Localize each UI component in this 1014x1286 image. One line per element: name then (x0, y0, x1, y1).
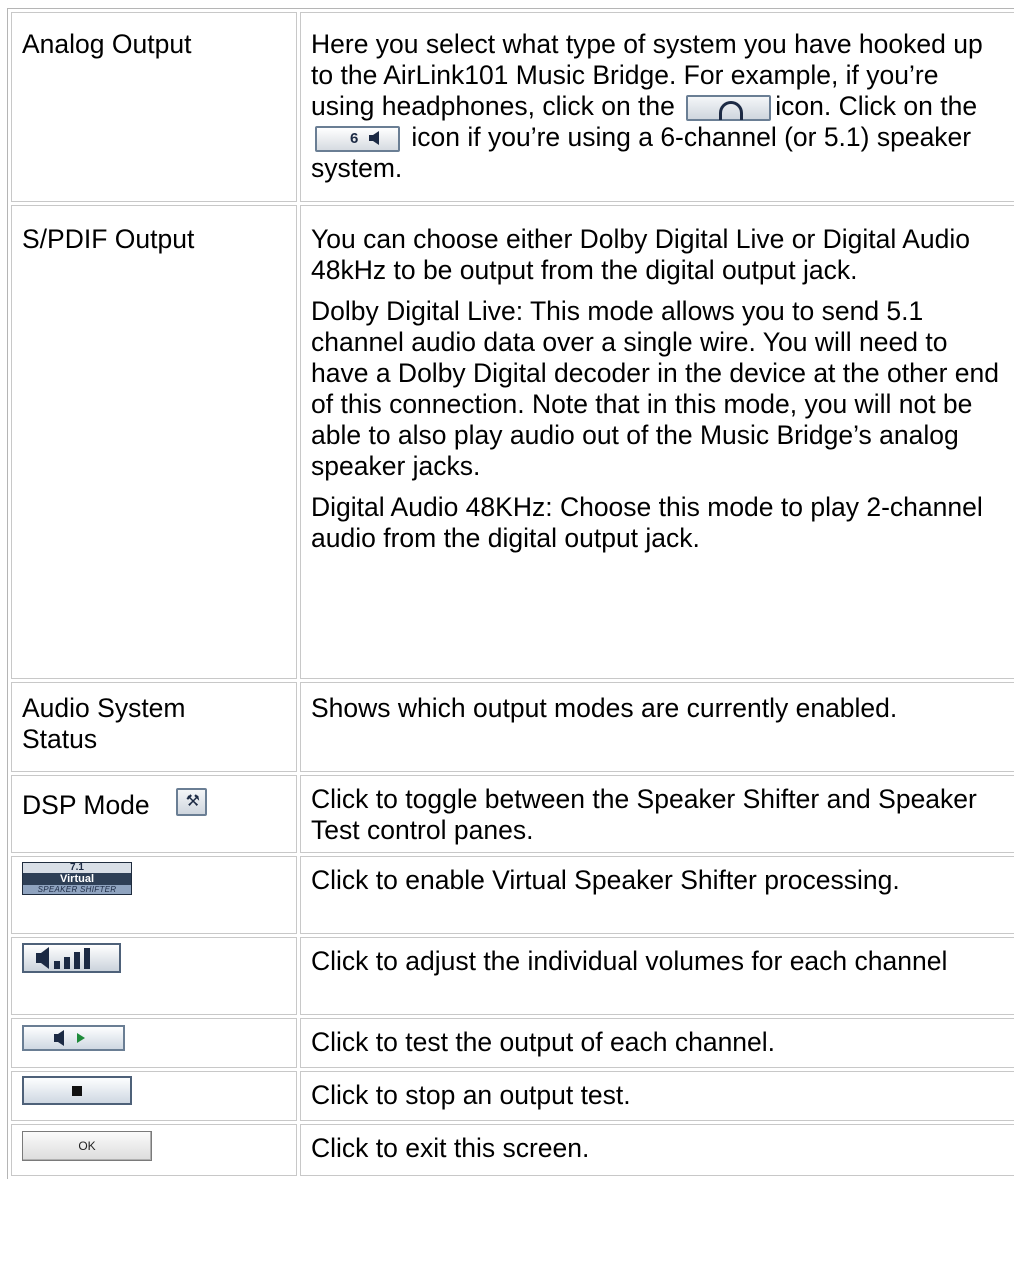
feature-table: Analog Output Here you select what type … (7, 8, 1014, 1179)
label-cell: 7.1 Virtual SPEAKER SHIFTER (11, 856, 297, 934)
row-label: DSP Mode ⚒ (22, 788, 286, 821)
channel-volume-icon (22, 943, 121, 973)
row-label: Audio System Status (22, 693, 186, 754)
row-label: S/PDIF Output (22, 224, 195, 254)
speaker-play-icon (22, 1025, 125, 1051)
headphones-icon (686, 95, 772, 121)
row-description: Click to adjust the individual volumes f… (311, 946, 948, 976)
row-description: Here you select what type of system you … (311, 29, 983, 183)
table-row: Click to stop an output test. (11, 1071, 1014, 1121)
description-cell: Here you select what type of system you … (300, 12, 1014, 202)
row-description: Digital Audio 48KHz: Choose this mode to… (311, 492, 983, 553)
table-row: Click to test the output of each channel… (11, 1018, 1014, 1068)
table-row: 7.1 Virtual SPEAKER SHIFTER Click to ena… (11, 856, 1014, 934)
label-cell: OK (11, 1124, 297, 1176)
virtual-speaker-shifter-icon: 7.1 Virtual SPEAKER SHIFTER (22, 862, 132, 895)
table-row: S/PDIF Output You can choose either Dolb… (11, 205, 1014, 679)
description-cell: Shows which output modes are currently e… (300, 682, 1014, 772)
ok-button-image: OK (22, 1131, 152, 1161)
table-row: Click to adjust the individual volumes f… (11, 937, 1014, 1015)
stop-icon (22, 1076, 132, 1105)
row-description: Shows which output modes are currently e… (311, 693, 898, 723)
row-description: Click to test the output of each channel… (311, 1027, 776, 1057)
table-row: Audio System Status Shows which output m… (11, 682, 1014, 772)
row-description: Click to stop an output test. (311, 1080, 631, 1110)
description-cell: Click to test the output of each channel… (300, 1018, 1014, 1068)
description-cell: Click to adjust the individual volumes f… (300, 937, 1014, 1015)
description-cell: Click to toggle between the Speaker Shif… (300, 775, 1014, 853)
row-description: You can choose either Dolby Digital Live… (311, 224, 970, 285)
table-row: Analog Output Here you select what type … (11, 12, 1014, 202)
label-cell: Audio System Status (11, 682, 297, 772)
label-cell: S/PDIF Output (11, 205, 297, 679)
label-cell (11, 1071, 297, 1121)
description-cell: You can choose either Dolby Digital Live… (300, 205, 1014, 679)
row-description: Dolby Digital Live: This mode allows you… (311, 296, 999, 481)
row-description: Click to toggle between the Speaker Shif… (311, 784, 977, 845)
description-cell: Click to exit this screen. (300, 1124, 1014, 1176)
label-cell: Analog Output (11, 12, 297, 202)
hammer-icon: ⚒ (175, 788, 207, 816)
label-cell (11, 1018, 297, 1068)
table-row: OK Click to exit this screen. (11, 1124, 1014, 1176)
label-cell (11, 937, 297, 1015)
description-cell: Click to enable Virtual Speaker Shifter … (300, 856, 1014, 934)
row-description: Click to exit this screen. (311, 1133, 590, 1163)
table-row: DSP Mode ⚒ Click to toggle between the Sp… (11, 775, 1014, 853)
row-label: Analog Output (22, 29, 192, 59)
label-cell: DSP Mode ⚒ (11, 775, 297, 853)
six-channel-speaker-icon: 6 (315, 126, 400, 152)
row-description: Click to enable Virtual Speaker Shifter … (311, 865, 900, 895)
description-cell: Click to stop an output test. (300, 1071, 1014, 1121)
